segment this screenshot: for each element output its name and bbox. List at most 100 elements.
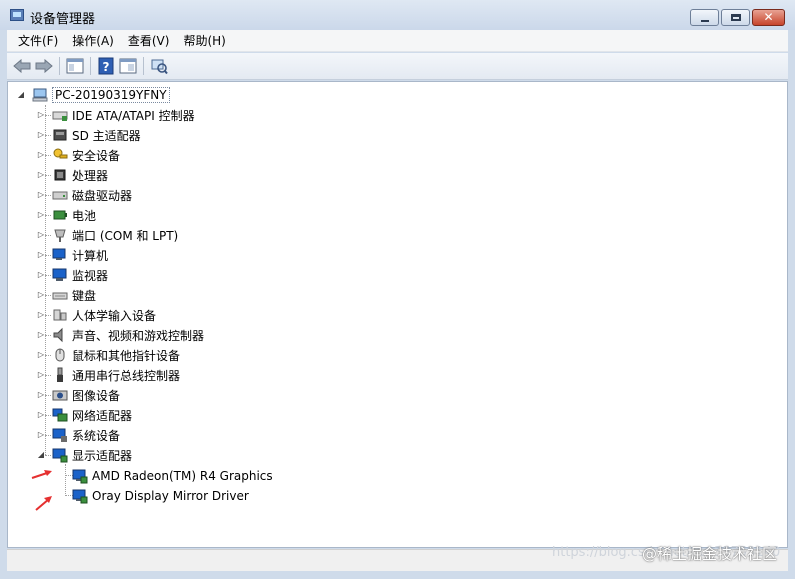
tree-category-item[interactable]: ▷ 人体学输入设备 (36, 305, 156, 325)
expand-arrow-icon[interactable]: ▷ (36, 130, 46, 140)
processor-icon (54, 169, 66, 181)
expand-arrow-icon[interactable]: ▷ (36, 270, 46, 280)
usb-icon (57, 367, 63, 382)
minimize-button[interactable] (690, 9, 719, 26)
tree-category-item[interactable]: ▷ IDE ATA/ATAPI 控制器 (36, 105, 195, 125)
show-hide-button[interactable] (117, 55, 139, 77)
back-arrow-icon (13, 59, 31, 73)
collapse-arrow-icon[interactable]: ◢ (36, 450, 46, 460)
tree-category-item[interactable]: ▷ 鼠标和其他指针设备 (36, 345, 180, 365)
category-label: 网络适配器 (72, 408, 133, 423)
expand-arrow-icon[interactable]: ▷ (36, 370, 46, 380)
tree-category-item[interactable]: ▷ 网络适配器 (36, 405, 132, 425)
hid-icon (53, 309, 67, 321)
properties-panel-icon (66, 58, 84, 74)
tree-category-item[interactable]: ▷ 电池 (36, 205, 96, 225)
category-label: 图像设备 (72, 388, 121, 403)
expand-arrow-icon[interactable]: ▷ (36, 150, 46, 160)
battery-icon (53, 210, 67, 220)
device-manager-window: 设备管理器 ✕ 文件(F) 操作(A) 查看(V) 帮助(H) ? ◢ PC-2… (0, 0, 795, 579)
menu-view[interactable]: 查看(V) (121, 30, 177, 52)
scan-hardware-icon (151, 59, 168, 75)
category-label: 安全设备 (72, 148, 121, 163)
properties-panel-button[interactable] (64, 55, 86, 77)
collapse-arrow-icon[interactable]: ◢ (16, 90, 26, 100)
menu-help[interactable]: 帮助(H) (176, 30, 232, 52)
keyboard-icon (52, 292, 68, 300)
tree-category-item[interactable]: ▷ SD 主适配器 (36, 125, 141, 145)
computer-root-icon (32, 88, 48, 102)
category-label: 显示适配器 (72, 448, 133, 463)
disk-drive-icon (52, 191, 68, 200)
expand-arrow-icon[interactable]: ▷ (36, 390, 46, 400)
maximize-button[interactable] (721, 9, 750, 26)
expand-arrow-icon[interactable]: ▷ (36, 170, 46, 180)
expand-arrow-icon[interactable]: ▷ (36, 230, 46, 240)
category-label: 计算机 (72, 248, 109, 263)
system-device-icon (52, 428, 67, 442)
show-hide-icon (119, 58, 137, 74)
expand-arrow-icon[interactable]: ▷ (36, 110, 46, 120)
tree-root[interactable]: ◢ PC-20190319YFNY (16, 85, 170, 105)
toolbar-separator (90, 57, 91, 75)
title-bar[interactable]: 设备管理器 ✕ (0, 0, 795, 30)
category-label: SD 主适配器 (72, 128, 141, 143)
category-label: 键盘 (72, 288, 97, 303)
port-icon (54, 229, 66, 242)
tree-category-item[interactable]: ▷ 安全设备 (36, 145, 120, 165)
expand-arrow-icon[interactable]: ▷ (36, 210, 46, 220)
tree-child-amd-radeon[interactable]: AMD Radeon(TM) R4 Graphics (66, 466, 273, 486)
svg-text:?: ? (103, 60, 110, 74)
help-icon: ? (98, 57, 114, 75)
menu-action[interactable]: 操作(A) (65, 30, 121, 52)
back-button[interactable] (11, 55, 33, 77)
caption-buttons: ✕ (690, 9, 785, 26)
sd-adapter-icon (53, 129, 67, 141)
toolbar-separator (143, 57, 144, 75)
mouse-icon (55, 348, 65, 362)
category-label: 声音、视频和游戏控制器 (72, 328, 205, 343)
expand-arrow-icon[interactable]: ▷ (36, 350, 46, 360)
help-button[interactable]: ? (95, 55, 117, 77)
expand-arrow-icon[interactable]: ▷ (36, 410, 46, 420)
scan-hardware-button[interactable] (148, 55, 170, 77)
tree-category-item[interactable]: ◢ 显示适配器 (36, 445, 132, 465)
menu-file[interactable]: 文件(F) (11, 30, 65, 52)
category-label: 电池 (72, 208, 97, 223)
ide-controller-icon (52, 111, 68, 121)
expand-arrow-icon[interactable]: ▷ (36, 310, 46, 320)
network-adapter-icon (52, 408, 68, 422)
forward-arrow-icon (35, 59, 53, 73)
computer-name: PC-20190319YFNY (52, 87, 170, 103)
expand-arrow-icon[interactable]: ▷ (36, 250, 46, 260)
expand-arrow-icon[interactable]: ▷ (36, 190, 46, 200)
display-adapter-icon (52, 448, 68, 463)
expand-arrow-icon[interactable]: ▷ (36, 290, 46, 300)
display-adapter-icon (72, 489, 88, 504)
category-label: 人体学输入设备 (72, 308, 157, 323)
expand-arrow-icon[interactable]: ▷ (36, 330, 46, 340)
category-label: 系统设备 (72, 428, 121, 443)
computer-icon (52, 248, 66, 260)
tree-category-item[interactable]: ▷ 端口 (COM 和 LPT) (36, 225, 178, 245)
tree-category-item[interactable]: ▷ 处理器 (36, 165, 108, 185)
tree-child-oray-mirror[interactable]: Oray Display Mirror Driver (66, 486, 249, 506)
tree-category-item[interactable]: ▷ 系统设备 (36, 425, 120, 445)
category-label: 监视器 (72, 268, 109, 283)
tree-category-item[interactable]: ▷ 图像设备 (36, 385, 120, 405)
tree-category-item[interactable]: ▷ 计算机 (36, 245, 108, 265)
close-button[interactable]: ✕ (752, 9, 785, 26)
category-label: IDE ATA/ATAPI 控制器 (72, 108, 195, 123)
menu-bar: 文件(F) 操作(A) 查看(V) 帮助(H) (7, 30, 788, 52)
tree-category-item[interactable]: ▷ 声音、视频和游戏控制器 (36, 325, 204, 345)
category-label: 处理器 (72, 168, 109, 183)
annotation-arrow-icon (35, 496, 52, 511)
tree-category-item[interactable]: ▷ 键盘 (36, 285, 96, 305)
watermark-brand: @稀土掘金技术社区 (641, 545, 777, 563)
maximize-icon (731, 14, 741, 21)
tree-category-item[interactable]: ▷ 磁盘驱动器 (36, 185, 132, 205)
expand-arrow-icon[interactable]: ▷ (36, 430, 46, 440)
forward-button[interactable] (33, 55, 55, 77)
tree-category-item[interactable]: ▷ 通用串行总线控制器 (36, 365, 180, 385)
tree-category-item[interactable]: ▷ 监视器 (36, 265, 108, 285)
